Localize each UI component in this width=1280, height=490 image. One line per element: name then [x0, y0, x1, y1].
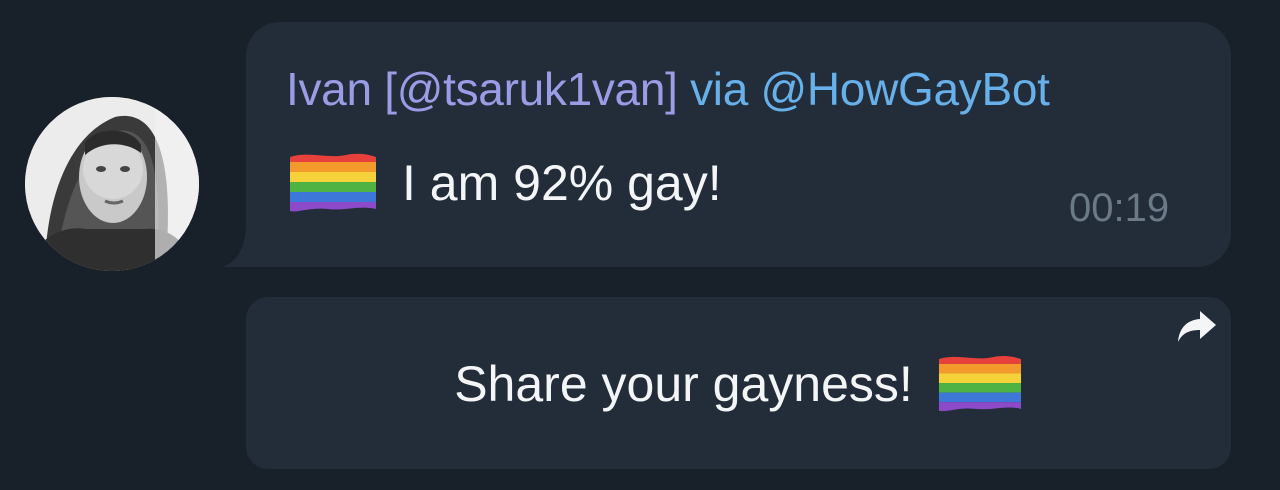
chat-area: Ivan [@tsaruk1van] via @HowGayBot I am 9…: [0, 0, 1280, 490]
sender-avatar[interactable]: [25, 97, 199, 271]
message-body: I am 92% gay!: [288, 148, 722, 218]
sender-name[interactable]: Ivan [@tsaruk1van]: [286, 63, 678, 115]
message-timestamp: 00:19: [1069, 186, 1170, 230]
via-label: via: [690, 63, 748, 115]
share-button-label: Share your gayness!: [454, 356, 913, 412]
message-header: Ivan [@tsaruk1van] via @HowGayBot: [286, 58, 1050, 120]
avatar-photo: [25, 97, 199, 271]
message-text: I am 92% gay!: [402, 155, 722, 211]
share-inline-button[interactable]: Share your gayness!: [246, 297, 1231, 469]
share-button-content: Share your gayness!: [246, 349, 1231, 419]
forward-arrow-icon: [1178, 311, 1216, 342]
rainbow-flag-icon: [938, 356, 1021, 412]
rainbow-flag-icon: [290, 153, 376, 212]
bot-username-link[interactable]: @HowGayBot: [760, 63, 1049, 115]
